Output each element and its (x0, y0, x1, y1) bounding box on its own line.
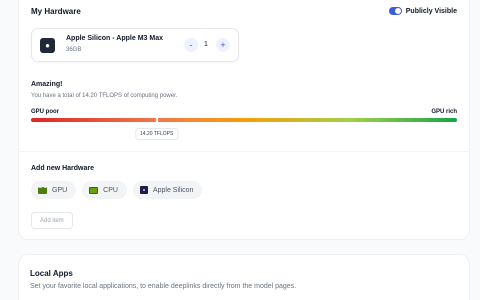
quantity-value: 1 (204, 41, 208, 48)
local-apps-description: Set your favorite local applications, to… (30, 283, 297, 290)
hardware-card: My Hardware Publicly Visible ● Apple Sil… (18, 0, 470, 240)
device-name: Apple Silicon - Apple M3 Max (66, 35, 163, 42)
summary-title: Amazing! (31, 81, 63, 88)
visibility-toggle[interactable]: Publicly Visible (388, 7, 457, 15)
add-item-button[interactable]: Add item (31, 212, 73, 229)
visibility-label: Publicly Visible (405, 7, 457, 15)
cpu-option-label: CPU (103, 186, 118, 194)
device-memory: 36GB (66, 47, 82, 53)
cpu-icon (89, 186, 99, 194)
device-card: ● Apple Silicon - Apple M3 Max 36GB - 1 … (31, 28, 239, 62)
scale-max-label: GPU rich (431, 109, 457, 115)
gpu-icon (38, 186, 47, 194)
local-apps-title: Local Apps (30, 269, 73, 278)
apple-silicon-icon (139, 186, 148, 194)
decrement-button[interactable]: - (184, 38, 198, 52)
gpu-option-label: GPU (52, 186, 68, 194)
scale-min-label: GPU poor (31, 109, 59, 115)
apple-silicon-option-button[interactable]: Apple Silicon (132, 181, 203, 199)
section-divider (19, 151, 469, 152)
cpu-option-button[interactable]: CPU (82, 181, 127, 199)
toggle-switch[interactable] (388, 7, 402, 15)
hardware-title: My Hardware (31, 7, 81, 16)
compute-power-bar (31, 118, 457, 122)
apple-icon: ● (40, 38, 55, 53)
summary-text: You have a total of 14.20 TFLOPS of comp… (31, 93, 178, 99)
add-hardware-title: Add new Hardware (31, 165, 95, 172)
hardware-options: GPU CPU Apple Silicon (31, 181, 203, 199)
compute-power-marker (155, 117, 158, 123)
increment-button[interactable]: + (216, 38, 230, 52)
apple-silicon-option-label: Apple Silicon (152, 186, 194, 194)
compute-power-tooltip: 14.20 TFLOPS (135, 128, 179, 140)
local-apps-card: Local Apps Set your favorite local appli… (18, 254, 470, 300)
toggle-knob (394, 8, 401, 14)
gpu-option-button[interactable]: GPU (31, 181, 77, 199)
hardware-header: My Hardware Publicly Visible (31, 7, 457, 21)
